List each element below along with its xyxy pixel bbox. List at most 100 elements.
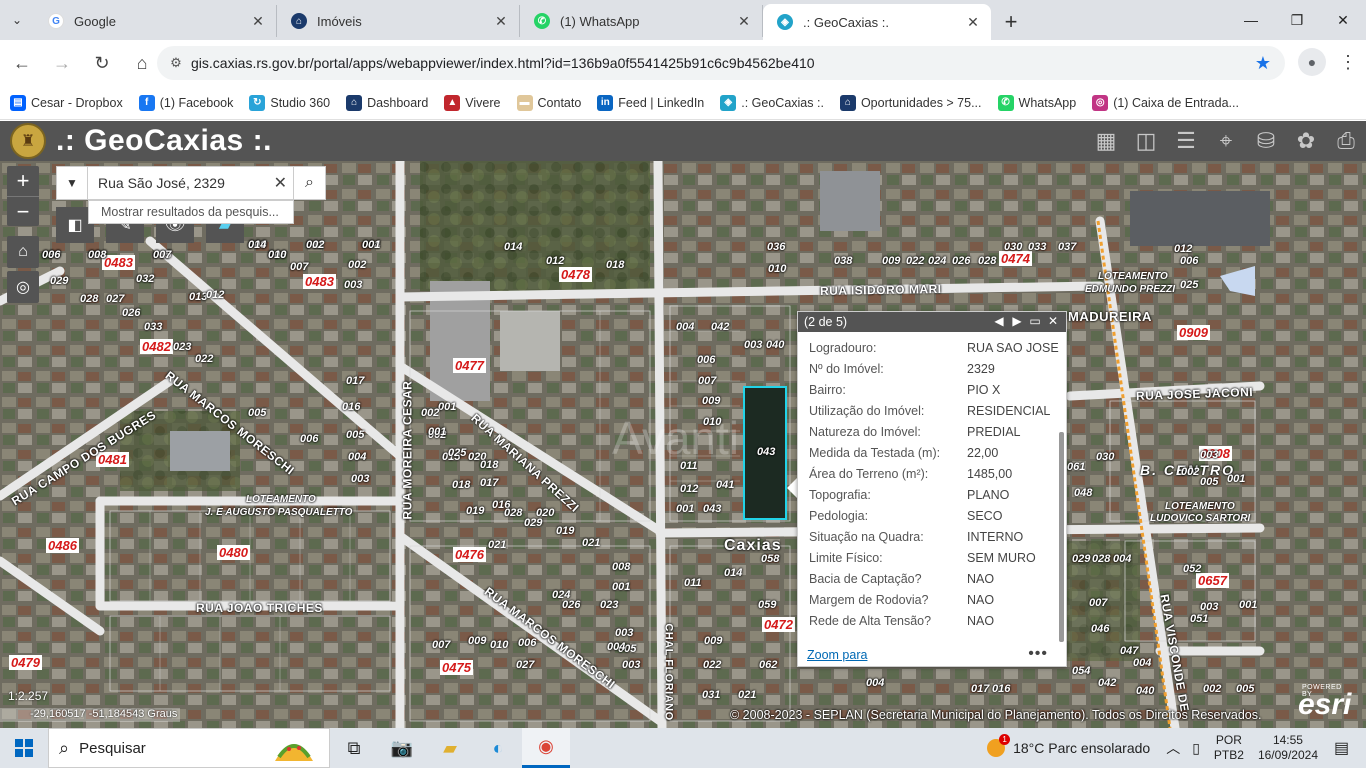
lot-number-label: 010 <box>703 416 722 428</box>
bookmark-star-icon[interactable]: ★ <box>1255 53 1271 74</box>
close-popup-icon[interactable]: ✕ <box>1044 314 1062 328</box>
close-window-icon[interactable]: ✕ <box>1320 0 1366 40</box>
task-view-icon[interactable]: ⧉ <box>330 728 378 768</box>
tab-geocaxias[interactable]: ◈ .: GeoCaxias :. ✕ <box>763 4 991 40</box>
attribute-value: PLANO <box>967 488 1010 502</box>
clear-search-icon[interactable]: ✕ <box>274 173 287 193</box>
lot-number-label: 013 <box>189 291 208 303</box>
lot-number-label: 010 <box>268 249 287 261</box>
bookmark-item[interactable]: ◈ .: GeoCaxias :. <box>720 94 824 111</box>
legend-icon[interactable]: ☰ <box>1166 121 1206 161</box>
popup-scrollbar[interactable] <box>1059 432 1064 642</box>
camera-app-icon[interactable]: 📷 <box>378 728 426 768</box>
tab-imoveis[interactable]: ⌂ Imóveis ✕ <box>277 5 520 37</box>
bookmark-item[interactable]: ▤ Cesar - Dropbox <box>10 94 123 111</box>
address-bar[interactable]: ⚙ gis.caxias.rs.gov.br/portal/apps/webap… <box>157 46 1285 80</box>
bookmark-item[interactable]: ↻ Studio 360 <box>249 94 330 111</box>
layers-icon[interactable]: ◫ <box>1126 121 1166 161</box>
bookmark-item[interactable]: ◎ (1) Caixa de Entrada... <box>1092 94 1239 111</box>
bookmark-item[interactable]: ⌂ Oportunidades > 75... <box>839 94 982 111</box>
close-tab-icon[interactable]: ✕ <box>493 13 509 30</box>
lot-number-label: 027 <box>106 293 125 305</box>
profile-avatar-icon[interactable]: ● <box>1298 48 1326 76</box>
lot-number-label: 040 <box>1136 685 1155 697</box>
tab-title: Google <box>74 13 116 29</box>
close-tab-icon[interactable]: ✕ <box>965 14 981 31</box>
weather-sun-icon <box>987 734 1011 757</box>
house-icon: ⌂ <box>291 13 307 29</box>
draw-icon[interactable]: ✿ <box>1286 121 1326 161</box>
print-icon[interactable]: ⎙ <box>1326 121 1366 161</box>
lot-number-label: 017 <box>346 375 365 387</box>
forward-arrow-icon[interactable]: → <box>44 45 80 81</box>
lot-number-label: 046 <box>1091 623 1110 635</box>
locate-pin-icon[interactable]: ⌖ <box>1206 121 1246 161</box>
new-tab-button[interactable]: + <box>991 4 1031 40</box>
close-tab-icon[interactable]: ✕ <box>736 13 752 30</box>
bookmark-item[interactable]: in Feed | LinkedIn <box>597 94 704 111</box>
network-icon[interactable]: ▯ <box>1192 740 1200 757</box>
search-suggestion[interactable]: Mostrar resultados da pesquis... <box>88 200 294 224</box>
my-location-button[interactable]: ◎ <box>7 271 39 303</box>
file-explorer-icon[interactable]: ▰ <box>426 728 474 768</box>
lot-number-label: 001 <box>428 426 447 438</box>
search-input[interactable]: Rua São José, 2329 ✕ <box>88 166 294 200</box>
zoom-to-link[interactable]: Zoom para <box>807 648 867 662</box>
next-feature-icon[interactable]: ▶ <box>1008 314 1026 328</box>
bookmark-favicon-icon: ▤ <box>10 94 26 111</box>
lot-number-label: 007 <box>290 261 309 273</box>
bookmark-item[interactable]: ⌂ Dashboard <box>346 94 428 111</box>
block-number-label: 0486 <box>46 538 79 553</box>
attribute-label: Rede de Alta Tensão? <box>809 614 932 628</box>
home-icon[interactable]: ⌂ <box>124 45 160 81</box>
lot-number-label: 061 <box>1067 461 1086 473</box>
tab-google[interactable]: G Google ✕ <box>34 5 277 37</box>
home-extent-button[interactable]: ⌂ <box>7 236 39 268</box>
restore-icon[interactable]: ❐ <box>1274 0 1320 40</box>
block-number-label: 0479 <box>9 655 42 670</box>
search-icon[interactable]: ⌕ <box>294 166 326 200</box>
taskbar-search-box[interactable]: ⌕ Pesquisar <box>48 728 330 768</box>
maximize-icon[interactable]: ▭ <box>1026 314 1044 328</box>
zoom-in-button[interactable]: + <box>7 166 39 196</box>
weather-widget[interactable]: 18°C Parc ensolarado <box>987 734 1151 757</box>
lot-number-label: 007 <box>698 375 717 387</box>
lot-number-label: 021 <box>582 537 601 549</box>
bookmark-item[interactable]: ▲ Vivere <box>444 94 501 111</box>
search-source-dropdown-icon[interactable]: ▼ <box>56 166 88 200</box>
bookmark-item[interactable]: ▬ Contato <box>516 94 581 111</box>
minimize-icon[interactable]: — <box>1228 0 1274 40</box>
edge-browser-icon[interactable]: ◐ <box>474 728 522 768</box>
measure-icon[interactable]: ⛁ <box>1246 121 1286 161</box>
tab-whatsapp[interactable]: ✆ (1) WhatsApp ✕ <box>520 5 763 37</box>
subdivision-label: LUDOVICO SARTORI <box>1150 513 1251 524</box>
browser-menu-icon[interactable]: ⋮ <box>1336 48 1360 76</box>
tab-search-chevron-icon[interactable]: ⌄ <box>0 0 34 40</box>
attribute-value: SECO <box>967 509 1003 523</box>
notifications-icon[interactable]: ▤ <box>1334 738 1358 758</box>
app-title: .: GeoCaxias :. <box>56 124 272 157</box>
zoom-out-button[interactable]: − <box>7 196 39 226</box>
lot-number-label: 042 <box>1098 677 1117 689</box>
weather-text: 18°C Parc ensolarado <box>1013 740 1151 756</box>
more-options-icon[interactable]: ••• <box>1028 645 1048 663</box>
chrome-browser-icon[interactable]: ◉ <box>522 728 570 768</box>
windows-start-icon[interactable] <box>0 728 48 768</box>
lot-number-label: 010 <box>768 263 787 275</box>
reload-icon[interactable]: ↻ <box>84 45 120 81</box>
lot-number-label: 009 <box>704 635 723 647</box>
bookmark-item[interactable]: f (1) Facebook <box>138 94 233 111</box>
bookmark-item[interactable]: ✆ WhatsApp <box>997 94 1076 111</box>
site-info-icon[interactable]: ⚙ <box>161 55 191 71</box>
system-clock[interactable]: 14:55 16/09/2024 <box>1258 733 1318 763</box>
back-arrow-icon[interactable]: ← <box>4 45 40 81</box>
input-language[interactable]: POR PTB2 <box>1214 733 1244 763</box>
attribute-value: NAO <box>967 572 995 586</box>
lot-number-label: 010 <box>490 639 509 651</box>
basemap-gallery-icon[interactable]: ▦ <box>1086 121 1126 161</box>
lot-number-label: 003 <box>1200 601 1219 613</box>
map-view[interactable]: 0483 0483 0478 0474 0909 0482 0477 0481 … <box>0 161 1366 728</box>
close-tab-icon[interactable]: ✕ <box>250 13 266 30</box>
previous-feature-icon[interactable]: ◀ <box>990 314 1008 328</box>
show-hidden-icons-chevron-icon[interactable]: ︿ <box>1166 738 1180 758</box>
